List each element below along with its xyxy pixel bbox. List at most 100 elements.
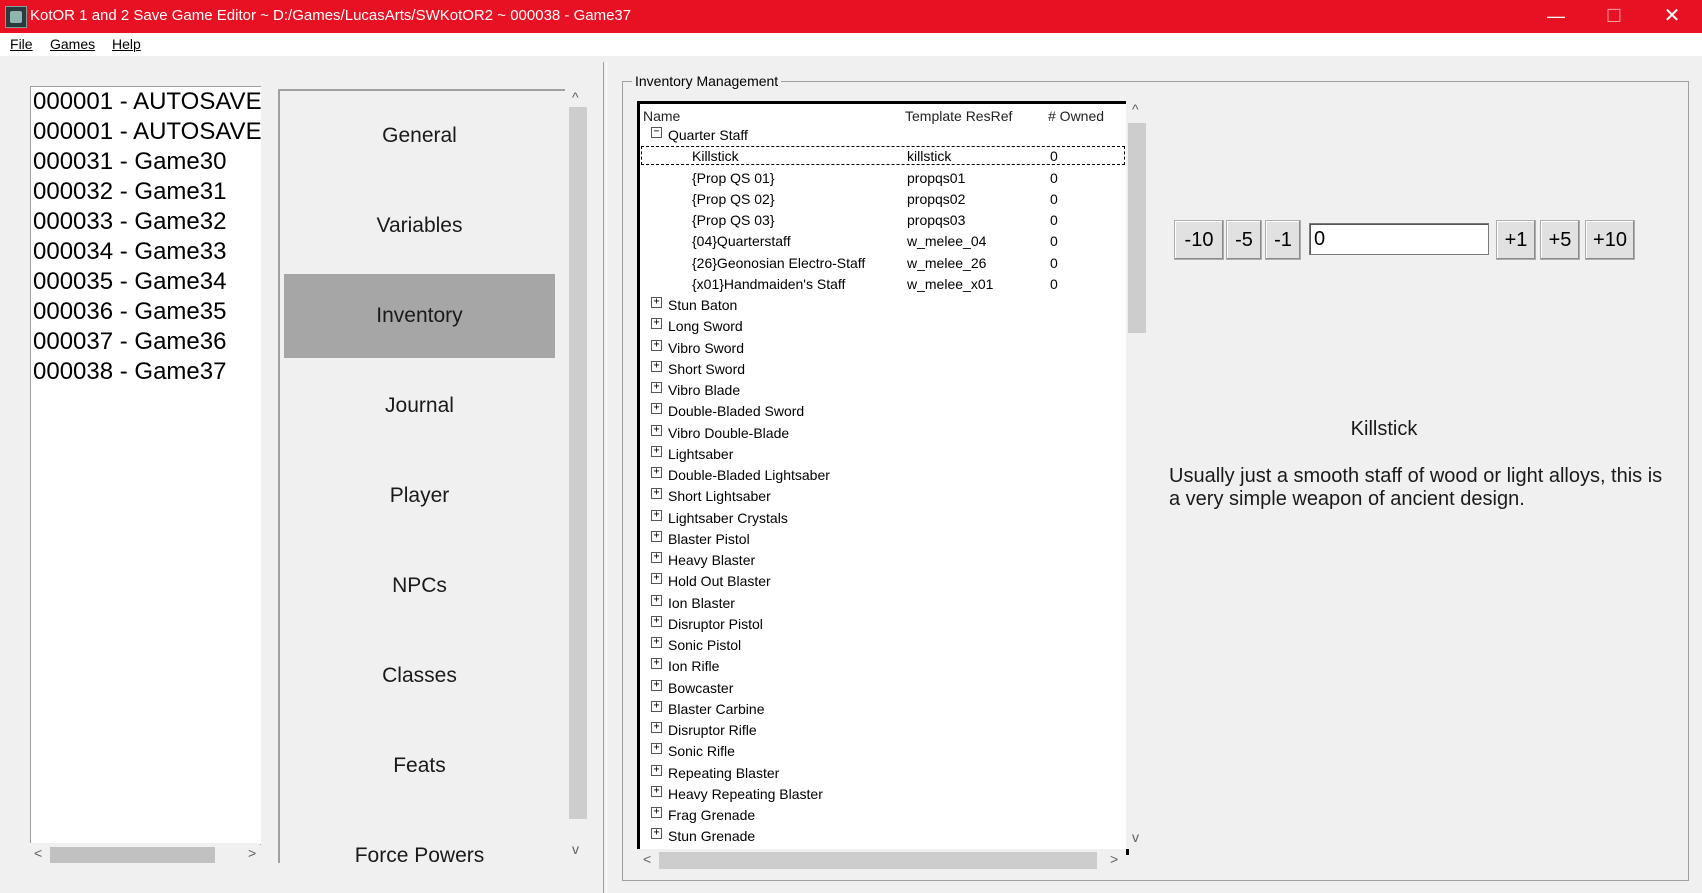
tree-hscrollbar[interactable]: < > [637,849,1126,871]
save-list-item[interactable]: 000001 - AUTOSAVE [31,117,261,147]
save-list-item[interactable]: 000001 - AUTOSAVE [31,87,261,117]
tree-item-row[interactable]: Killstick killstick 0 [640,145,1126,166]
expand-icon[interactable]: + [651,594,662,606]
expand-icon[interactable]: + [651,445,662,457]
save-list-item[interactable]: 000036 - Game35 [31,297,261,327]
nav-player-button[interactable]: Player [284,454,555,538]
nav-inventory-button[interactable]: Inventory [284,274,555,358]
expand-icon[interactable]: + [651,403,662,415]
column-resref-header[interactable]: Template ResRef [905,108,1012,124]
tree-vscrollbar[interactable]: ^ v [1126,101,1148,849]
menu-games[interactable]: Games [50,36,95,52]
expand-icon[interactable]: + [651,318,662,330]
tree-group-row[interactable]: + Vibro Blade [640,379,1126,400]
tree-group-row[interactable]: + Disruptor Rifle [640,719,1126,740]
nav-npcs-button[interactable]: NPCs [284,544,555,628]
tree-item-row[interactable]: {Prop QS 01} propqs01 0 [640,167,1126,188]
save-list-item[interactable]: 000038 - Game37 [31,357,261,387]
expand-icon[interactable]: + [651,807,662,818]
nav-classes-button[interactable]: Classes [284,634,555,718]
scroll-up-icon[interactable]: ^ [572,89,579,105]
scroll-thumb[interactable] [50,847,215,863]
expand-icon[interactable]: + [651,552,662,563]
save-list-item[interactable]: 000032 - Game31 [31,177,261,207]
expand-icon[interactable]: + [651,424,662,436]
plus-5-button[interactable]: +5 [1540,220,1580,260]
splitter[interactable] [603,62,607,893]
expand-icon[interactable]: + [651,700,662,712]
quantity-input[interactable]: 0 [1309,223,1489,255]
save-list[interactable]: 000001 - AUTOSAVE 000001 - AUTOSAVE 000031… [30,86,261,845]
tree-group-row[interactable]: + Sonic Rifle [640,740,1126,761]
tree-group-row[interactable]: + Heavy Blaster [640,549,1126,570]
tree-group-row[interactable]: + Lightsaber Crystals [640,507,1126,528]
save-list-item[interactable]: 000034 - Game33 [31,237,261,267]
tree-group-row[interactable]: + Blaster Pistol [640,528,1126,549]
scroll-right-icon[interactable]: > [1110,851,1118,867]
plus-10-button[interactable]: +10 [1585,220,1635,260]
tree-item-row[interactable]: {26}Geonosian Electro-Staff w_melee_26 0 [640,252,1126,273]
nav-general-button[interactable]: General [284,94,555,178]
expand-icon[interactable]: + [651,658,662,670]
save-list-item[interactable]: 000031 - Game30 [31,147,261,177]
expand-icon[interactable]: + [651,382,662,393]
tree-group-row[interactable]: − Quarter Staff [640,124,1126,145]
menu-file[interactable]: File [10,36,33,52]
tree-item-row[interactable]: {04}Quarterstaff w_melee_04 0 [640,230,1126,251]
expand-icon[interactable]: + [651,573,662,585]
scroll-thumb[interactable] [659,852,1097,869]
column-owned-header[interactable]: # Owned [1048,108,1104,124]
expand-icon[interactable]: + [651,339,662,351]
tree-group-row[interactable]: + Bowcaster [640,677,1126,698]
minus-10-button[interactable]: -10 [1174,220,1224,260]
tree-group-row[interactable]: + Sonic Pistol [640,634,1126,655]
tree-item-row[interactable]: {x01}Handmaiden's Staff w_melee_x01 0 [640,273,1126,294]
tree-group-row[interactable]: + Frag Grenade [640,804,1126,825]
scroll-right-icon[interactable]: > [248,845,256,861]
tree-group-row[interactable]: + Blaster Carbine [640,698,1126,719]
tree-group-row[interactable]: + Disruptor Pistol [640,613,1126,634]
menu-help[interactable]: Help [112,36,141,52]
close-button[interactable]: ✕ [1643,0,1701,33]
expand-icon[interactable]: + [651,488,662,500]
expand-icon[interactable]: + [651,764,662,776]
tree-group-row[interactable]: + Double-Bladed Lightsaber [640,464,1126,485]
expand-icon[interactable]: + [651,509,662,521]
tree-group-row[interactable]: + Vibro Sword [640,337,1126,358]
scroll-thumb[interactable] [1128,123,1146,333]
tree-group-row[interactable]: + Double-Bladed Sword [640,400,1126,421]
inventory-tree[interactable]: Name Template ResRef # Owned − Quarter St… [637,101,1129,855]
expand-icon[interactable]: + [651,467,662,478]
tree-group-row[interactable]: + Short Sword [640,358,1126,379]
save-list-item[interactable]: 000035 - Game34 [31,267,261,297]
save-list-hscrollbar[interactable]: < > [30,843,260,865]
minus-5-button[interactable]: -5 [1226,220,1262,260]
expand-icon[interactable]: + [651,637,662,648]
expand-icon[interactable]: + [651,722,662,733]
scroll-down-icon[interactable]: v [572,841,579,857]
expand-icon[interactable]: + [651,615,662,627]
tree-group-row[interactable]: + Short Lightsaber [640,485,1126,506]
tree-group-row[interactable]: + Stun Grenade [640,825,1126,846]
expand-icon[interactable]: + [651,360,662,372]
scroll-up-icon[interactable]: ^ [1132,101,1139,117]
column-name-header[interactable]: Name [643,108,680,124]
tree-item-row[interactable]: {Prop QS 02} propqs02 0 [640,188,1126,209]
tree-group-row[interactable]: + Vibro Double-Blade [640,422,1126,443]
expand-icon[interactable]: + [651,530,662,542]
minus-1-button[interactable]: -1 [1265,220,1301,260]
nav-feats-button[interactable]: Feats [284,724,555,808]
save-list-item[interactable]: 000033 - Game32 [31,207,261,237]
expand-icon[interactable]: + [651,785,662,797]
collapse-icon[interactable]: − [651,127,662,138]
tree-item-row[interactable]: {Prop QS 03} propqs03 0 [640,209,1126,230]
maximize-button[interactable]: ☐ [1585,0,1643,33]
expand-icon[interactable]: + [651,297,662,308]
minimize-button[interactable]: — [1527,0,1585,33]
expand-icon[interactable]: + [651,743,662,755]
tree-group-row[interactable]: + Heavy Repeating Blaster [640,783,1126,804]
tree-group-row[interactable]: + Ion Blaster [640,592,1126,613]
tree-group-row[interactable]: + Repeating Blaster [640,762,1126,783]
tree-group-row[interactable]: + Lightsaber [640,443,1126,464]
plus-1-button[interactable]: +1 [1496,220,1536,260]
